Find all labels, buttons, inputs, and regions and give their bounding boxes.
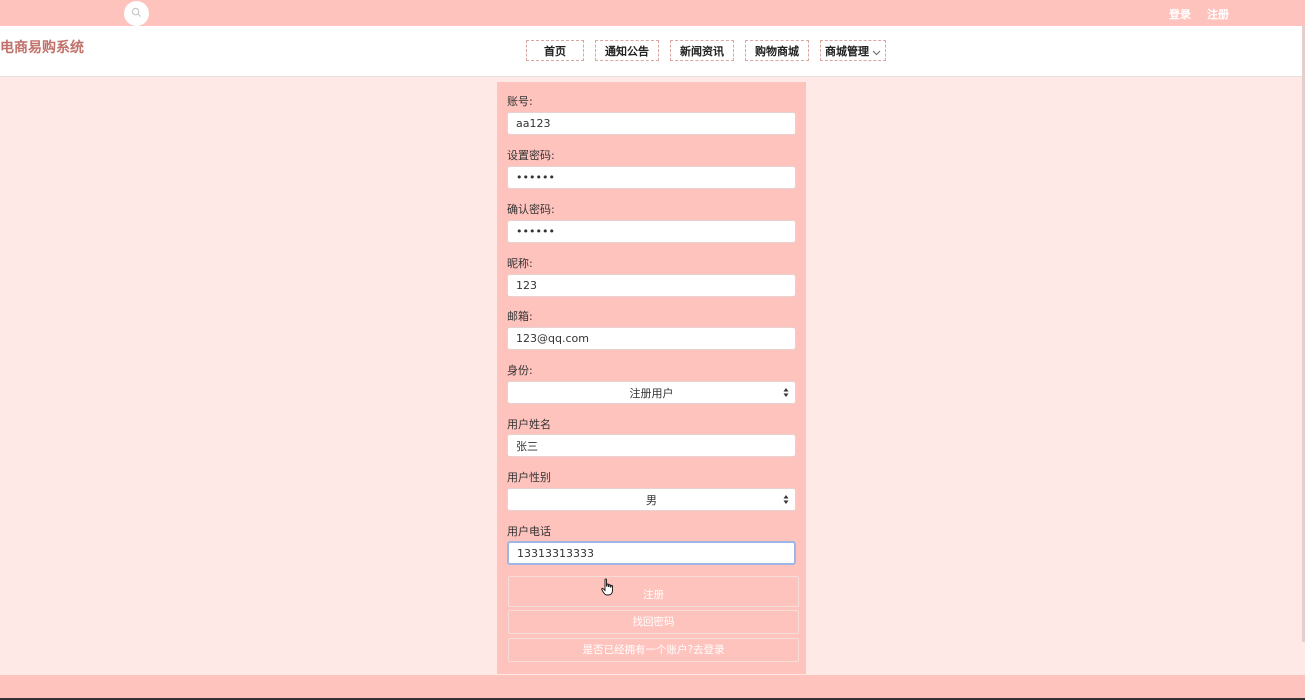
user-name-input[interactable] — [507, 434, 796, 457]
select-arrows-icon — [783, 386, 789, 399]
nav-mall-management[interactable]: 商城管理 — [820, 40, 886, 61]
nav-home[interactable]: 首页 — [526, 40, 584, 61]
brand-title: 电商易购系统 — [0, 40, 84, 56]
user-gender-label: 用户性别 — [507, 471, 551, 484]
select-arrows-icon — [783, 493, 789, 506]
header: 电商易购系统 首页 通知公告 新闻资讯 购物商城 商城管理 — [0, 26, 1305, 77]
nav-home-label: 首页 — [544, 45, 566, 58]
go-login-link[interactable]: 是否已经拥有一个账户?去登录 — [508, 638, 799, 662]
nav-mall-management-label: 商城管理 — [825, 45, 869, 58]
confirm-password-input[interactable] — [507, 220, 796, 243]
nav-notice-label: 通知公告 — [605, 45, 649, 58]
confirm-password-label: 确认密码: — [507, 203, 555, 216]
role-select[interactable]: 注册用户 — [507, 381, 796, 404]
chevron-down-icon — [872, 42, 881, 63]
hand-cursor-icon — [601, 578, 615, 599]
user-gender-select[interactable]: 男 — [507, 488, 796, 511]
email-input[interactable] — [507, 327, 796, 350]
search-icon — [131, 7, 142, 21]
nav-shop[interactable]: 购物商城 — [745, 40, 809, 61]
user-phone-input[interactable] — [507, 541, 796, 565]
register-button[interactable]: 注册 — [508, 576, 799, 607]
nav-news[interactable]: 新闻资讯 — [670, 40, 734, 61]
search-button[interactable] — [124, 1, 149, 26]
footer-bar — [0, 675, 1305, 698]
top-bar: 登录 注册 — [0, 0, 1305, 26]
nav-news-label: 新闻资讯 — [680, 45, 724, 58]
nickname-label: 昵称: — [507, 257, 533, 270]
nav-notice[interactable]: 通知公告 — [595, 40, 659, 61]
nickname-input[interactable] — [507, 274, 796, 297]
password-input[interactable] — [507, 166, 796, 189]
register-link[interactable]: 注册 — [1207, 6, 1229, 22]
account-label: 账号: — [507, 95, 533, 108]
main-nav: 首页 通知公告 新闻资讯 购物商城 商城管理 — [526, 40, 886, 61]
nav-shop-label: 购物商城 — [755, 45, 799, 58]
register-form: 账号: 设置密码: 确认密码: 昵称: 邮箱: 身份: 注册用户 用户姓名 用户… — [497, 82, 806, 674]
email-label: 邮箱: — [507, 310, 533, 323]
user-name-label: 用户姓名 — [507, 418, 551, 431]
forgot-password-button[interactable]: 找回密码 — [508, 610, 799, 634]
role-label: 身份: — [507, 364, 533, 377]
role-select-value: 注册用户 — [629, 386, 674, 400]
password-label: 设置密码: — [507, 149, 555, 162]
account-input[interactable] — [507, 112, 796, 135]
user-gender-select-value: 男 — [646, 493, 657, 507]
login-link[interactable]: 登录 — [1169, 6, 1191, 22]
user-phone-label: 用户电话 — [507, 525, 551, 538]
